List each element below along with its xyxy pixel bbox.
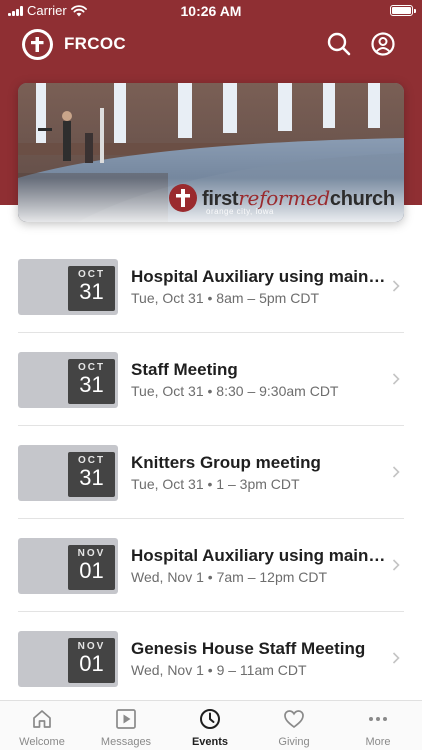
chevron-right-icon [392,466,400,478]
event-row[interactable]: OCT 31 Hospital Auxiliary using main k..… [0,240,422,333]
event-time: Wed, Nov 1 • 7am – 12pm CDT [131,569,328,585]
banner-logo-word-reformed: reformed [238,185,330,210]
tab-giving[interactable]: Giving [252,701,336,750]
tab-welcome-label: Welcome [19,736,65,748]
profile-icon[interactable] [370,31,396,57]
tab-messages-label: Messages [100,736,152,748]
event-row[interactable]: OCT 31 Knitters Group meeting Tue, Oct 3… [0,426,422,519]
banner-logo-subtitle: orange city, iowa [206,207,274,216]
search-icon[interactable] [326,31,352,57]
chevron-right-icon [392,652,400,664]
event-title: Hospital Auxiliary using main k... [131,267,389,286]
event-date-badge: OCT 31 [68,452,115,497]
clock-icon [200,709,220,729]
event-day: 31 [79,372,104,397]
banner-logo: firstreformedchurch [168,183,395,213]
event-time: Wed, Nov 1 • 9 – 11am CDT [131,662,307,678]
event-thumbnail: NOV 01 [18,631,118,687]
event-title: Knitters Group meeting [131,453,321,472]
tab-bar: Welcome Messages Events Giving More [0,700,422,750]
more-dots-icon [369,717,387,721]
event-day: 01 [79,558,104,583]
event-title: Staff Meeting [131,360,238,379]
tab-events-label: Events [191,736,229,748]
tab-more-label: More [365,736,391,748]
event-day: 01 [79,651,104,676]
event-title: Genesis House Staff Meeting [131,639,366,658]
chevron-right-icon [392,280,400,292]
event-list: OCT 31 Hospital Auxiliary using main k..… [0,240,422,705]
event-thumbnail: OCT 31 [18,352,118,408]
cross-logo-icon [169,184,197,212]
tab-events[interactable]: Events [168,701,252,750]
event-row[interactable]: NOV 01 Hospital Auxiliary using main k..… [0,519,422,612]
app-title: FRCOC [64,34,126,53]
heart-icon [284,710,304,729]
tab-giving-label: Giving [278,736,310,748]
event-date-badge: OCT 31 [68,266,115,311]
event-thumbnail: OCT 31 [18,445,118,501]
event-row[interactable]: OCT 31 Staff Meeting Tue, Oct 31 • 8:30 … [0,333,422,426]
event-date-badge: NOV 01 [68,545,115,590]
nav-bar: FRCOC [0,22,422,66]
battery-icon [390,5,416,16]
event-date-badge: OCT 31 [68,359,115,404]
banner-logo-word-church: church [329,187,395,210]
event-time: Tue, Oct 31 • 8am – 5pm CDT [131,290,320,306]
tab-welcome[interactable]: Welcome [0,701,84,750]
status-bar: Carrier 10:26 AM [0,0,422,22]
church-banner-image[interactable]: firstreformedchurch orange city, iowa [18,83,404,222]
chevron-right-icon [392,559,400,571]
event-thumbnail: OCT 31 [18,259,118,315]
play-icon [116,709,136,729]
church-logo [22,29,53,60]
chevron-right-icon [392,373,400,385]
home-icon [33,710,51,728]
status-time: 10:26 AM [180,3,242,19]
event-thumbnail: NOV 01 [18,538,118,594]
tab-more[interactable]: More [336,701,420,750]
event-day: 31 [79,465,104,490]
event-time: Tue, Oct 31 • 1 – 3pm CDT [131,476,300,492]
event-time: Tue, Oct 31 • 8:30 – 9:30am CDT [131,383,339,399]
event-day: 31 [79,279,104,304]
event-date-badge: NOV 01 [68,638,115,683]
event-row[interactable]: NOV 01 Genesis House Staff Meeting Wed, … [0,612,422,705]
event-title: Hospital Auxiliary using main k... [131,546,389,565]
tab-messages[interactable]: Messages [84,701,168,750]
